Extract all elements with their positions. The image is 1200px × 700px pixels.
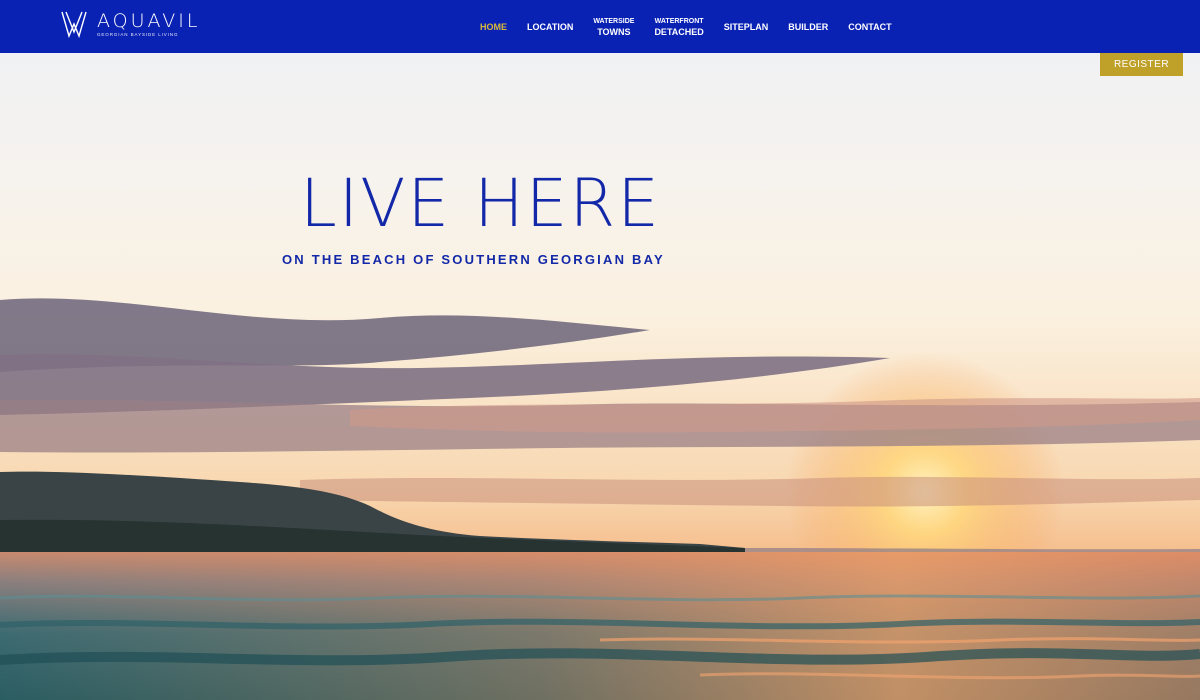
- nav-contact-label: CONTACT: [848, 21, 892, 32]
- hero-headline: LIVE HERE: [300, 165, 661, 242]
- brand-logo[interactable]: AQUAVIL GEORGIAN BAYSIDE LIVING: [61, 10, 201, 38]
- nav-contact[interactable]: CONTACT: [848, 22, 891, 32]
- nav-location[interactable]: LOCATION: [527, 22, 573, 32]
- nav-location-label: LOCATION: [527, 21, 574, 32]
- nav-builder-label: BUILDER: [788, 21, 829, 32]
- hero-subheadline: ON THE BEACH OF SOUTHERN GEORGIAN BAY: [282, 252, 665, 267]
- nav-builder[interactable]: BUILDER: [788, 22, 828, 32]
- nav-waterfront-detached-line1: WATERFRONT: [654, 17, 704, 25]
- register-button[interactable]: REGISTER: [1100, 53, 1183, 76]
- brand-name: AQUAVIL: [97, 9, 201, 32]
- sunset-beach-scene: [0, 0, 1200, 700]
- nav-waterside-towns-line1: WATERSIDE: [593, 17, 635, 25]
- nav-waterfront-detached[interactable]: WATERFRONT DETACHED: [654, 17, 703, 37]
- nav-waterfront-detached-line2: DETACHED: [654, 26, 704, 37]
- main-menu: HOME LOCATION WATERSIDE TOWNS WATERFRONT…: [470, 0, 902, 53]
- brand-tagline: GEORGIAN BAYSIDE LIVING: [97, 31, 179, 37]
- nav-siteplan[interactable]: SITEPLAN: [724, 22, 769, 32]
- nav-waterside-towns-line2: TOWNS: [597, 26, 631, 37]
- nav-waterside-towns[interactable]: WATERSIDE TOWNS: [593, 17, 634, 37]
- hero-background-image: [0, 0, 1200, 700]
- nav-home[interactable]: HOME: [480, 22, 507, 32]
- aquavil-logo-icon: [61, 11, 87, 38]
- nav-siteplan-label: SITEPLAN: [723, 21, 769, 32]
- top-navigation-bar: AQUAVIL GEORGIAN BAYSIDE LIVING HOME LOC…: [0, 0, 1200, 53]
- nav-home-label: HOME: [480, 21, 507, 32]
